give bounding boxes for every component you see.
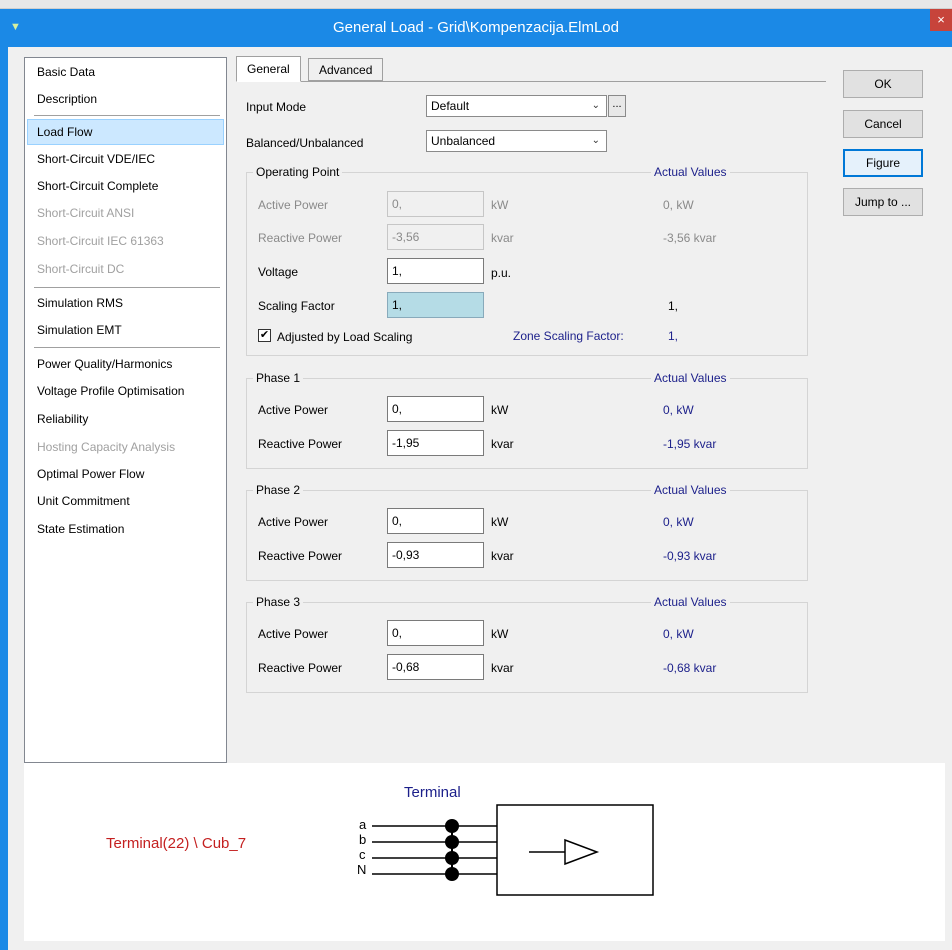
node-c xyxy=(445,851,459,865)
node-a xyxy=(445,819,459,833)
load-arrow-head xyxy=(564,838,600,866)
load-box xyxy=(496,804,654,896)
node-n xyxy=(445,867,459,881)
node-b xyxy=(445,835,459,849)
load-symbol-diagram xyxy=(372,804,654,896)
